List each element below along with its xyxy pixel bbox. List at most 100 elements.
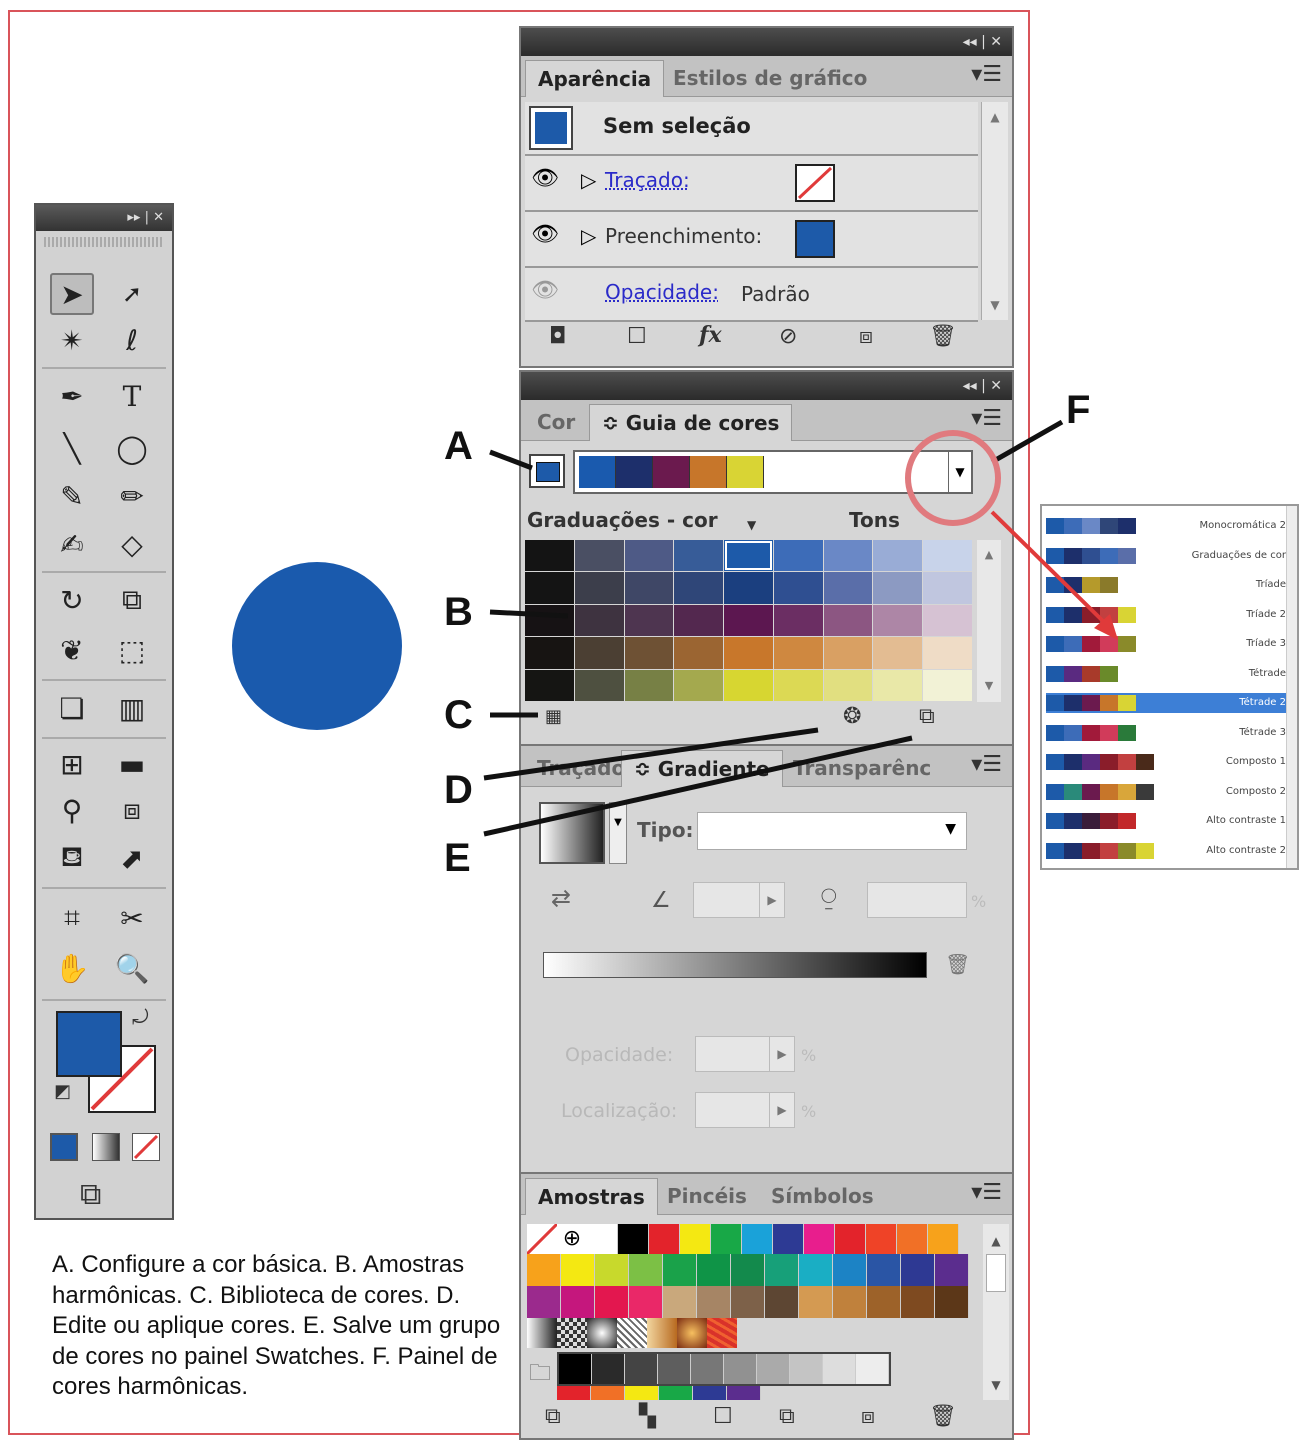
live-paint-bucket-tool-icon[interactable]: ⛾ (50, 837, 94, 879)
lasso-tool-icon[interactable]: ℓ (110, 319, 154, 361)
angle-input[interactable]: ▶ (693, 882, 785, 918)
color-swatch[interactable] (591, 1386, 625, 1400)
pen-tool-icon[interactable]: ✒ (50, 375, 94, 417)
harmony-grid-swatch[interactable] (724, 604, 773, 637)
harmony-rule-item[interactable]: Tríade 3 (1046, 634, 1294, 654)
color-swatch[interactable] (618, 1224, 649, 1254)
harmony-grid-swatch[interactable] (624, 604, 674, 637)
harmony-grid-swatch[interactable] (773, 637, 823, 669)
swap-fill-stroke-icon[interactable]: ⤾ (132, 1005, 149, 1029)
harmony-rule-item[interactable]: Tétrade (1046, 664, 1294, 684)
slice-tool-icon[interactable]: ✂ (110, 897, 154, 939)
harmony-grid-swatch[interactable] (873, 540, 923, 572)
none-mode-button[interactable] (132, 1133, 160, 1161)
add-new-fill-icon[interactable]: ☐ (627, 324, 647, 349)
ellipse-tool-icon[interactable]: ◯ (110, 427, 154, 469)
color-swatch[interactable] (731, 1254, 765, 1286)
harmony-rule-item[interactable]: Monocromática 2 (1046, 516, 1294, 536)
harmony-grid-swatch[interactable] (525, 540, 574, 572)
scroll-down-icon[interactable]: ▼ (983, 1378, 1009, 1392)
harmony-color-swatch[interactable] (727, 456, 764, 488)
harmony-grid-swatch[interactable] (773, 604, 823, 637)
harmony-rule-item[interactable]: Composto 1 (1046, 752, 1294, 772)
live-paint-selection-tool-icon[interactable]: ⬈ (110, 837, 154, 879)
color-swatch[interactable] (773, 1224, 804, 1254)
new-swatch-icon[interactable]: ⧈ (861, 1404, 875, 1429)
color-swatch[interactable] (856, 1354, 889, 1384)
harmony-grid-swatch[interactable] (525, 572, 574, 604)
harmony-grid-swatch[interactable] (773, 540, 823, 572)
color-swatch[interactable] (731, 1286, 765, 1318)
gradient-mode-button[interactable] (92, 1133, 120, 1161)
harmony-grid-swatch[interactable] (823, 637, 873, 669)
color-swatch[interactable] (663, 1286, 697, 1318)
symbol-sprayer-tool-icon[interactable]: ❏ (50, 687, 94, 729)
harmony-grid-swatch[interactable] (525, 604, 574, 637)
harmony-grid-swatch[interactable] (923, 572, 972, 604)
stroke-none-swatch[interactable] (795, 164, 835, 202)
harmony-grid-swatch[interactable] (624, 669, 674, 701)
line-tool-icon[interactable]: ╲ (50, 427, 94, 469)
rotate-tool-icon[interactable]: ↻ (50, 579, 94, 621)
tools-panel-header[interactable]: ▸▸ | ✕ (36, 205, 172, 231)
color-swatch[interactable] (901, 1286, 935, 1318)
eraser-tool-icon[interactable]: ◇ (110, 523, 154, 565)
blob-brush-tool-icon[interactable]: ✍ (50, 523, 94, 565)
harmony-grid-swatch[interactable] (923, 637, 972, 669)
edit-apply-colors-icon[interactable]: ❂ (843, 704, 861, 729)
scroll-up-icon[interactable]: ▲ (982, 110, 1008, 124)
scroll-up-icon[interactable]: ▲ (983, 1234, 1009, 1248)
color-swatch[interactable] (799, 1254, 833, 1286)
harmony-grid-swatch[interactable] (724, 637, 773, 669)
harmony-grid-swatch[interactable] (574, 540, 624, 572)
blend-tool-icon[interactable]: ⧈ (110, 789, 154, 831)
harmony-grid-swatch[interactable] (873, 637, 923, 669)
fill-swatch[interactable] (795, 220, 835, 258)
harmony-grid-swatch[interactable] (574, 572, 624, 604)
harmony-grid-swatch[interactable] (624, 572, 674, 604)
harmony-grid-swatch[interactable] (873, 572, 923, 604)
color-swatch[interactable] (557, 1386, 591, 1400)
new-color-group-icon[interactable]: ⧉ (779, 1404, 795, 1429)
color-swatch[interactable] (625, 1354, 658, 1384)
color-swatch[interactable] (658, 1354, 691, 1384)
variations-menu-arrow-icon[interactable]: ▼ (747, 518, 756, 532)
mesh-tool-icon[interactable]: ⊞ (50, 743, 94, 785)
gradient-swatch[interactable] (527, 1318, 557, 1348)
free-transform-tool-icon[interactable]: ⬚ (110, 629, 154, 671)
harmony-grid-swatch[interactable] (624, 637, 674, 669)
harmony-rule-item[interactable]: Tétrade 2 (1046, 693, 1294, 713)
harmony-rules-dropdown[interactable]: ▼ (573, 450, 973, 494)
swatch-options-icon[interactable]: ☐ (713, 1404, 733, 1429)
tab-appearance[interactable]: Aparência (525, 60, 665, 97)
color-swatch[interactable] (765, 1254, 799, 1286)
harmony-color-swatch[interactable] (616, 456, 653, 488)
radial-gradient-swatch[interactable] (677, 1318, 707, 1348)
harmony-grid-swatch[interactable] (574, 604, 624, 637)
harmony-grid-swatch[interactable] (823, 669, 873, 701)
gradient-swatch[interactable] (647, 1318, 677, 1348)
artboard-tool-icon[interactable]: ⌗ (50, 897, 94, 939)
delete-swatch-icon[interactable]: 🗑 (929, 1404, 957, 1429)
harmony-grid-swatch[interactable] (674, 669, 724, 701)
hand-tool-icon[interactable]: ✋ (50, 947, 94, 989)
reverse-gradient-icon[interactable]: ⇄ (551, 884, 571, 912)
color-swatch[interactable] (833, 1286, 867, 1318)
selection-tool-icon[interactable]: ➤ (50, 273, 94, 315)
zoom-tool-icon[interactable]: 🔍 (110, 947, 154, 989)
harmony-grid-swatch[interactable] (773, 572, 823, 604)
panel-menu-icon[interactable]: ▾☰ (971, 406, 1002, 431)
color-swatch[interactable] (804, 1224, 835, 1254)
color-swatch[interactable] (561, 1286, 595, 1318)
harmony-grid-swatch[interactable] (674, 572, 724, 604)
save-color-group-icon[interactable]: ⧉ (919, 704, 935, 729)
visibility-eye-icon[interactable]: 👁 (531, 278, 559, 303)
color-swatch[interactable] (724, 1354, 757, 1384)
color-swatch[interactable] (680, 1224, 711, 1254)
panel-menu-icon[interactable]: ▾☰ (971, 62, 1002, 87)
harmony-grid-swatch[interactable] (574, 669, 624, 701)
tab-swatches[interactable]: Amostras (525, 1178, 658, 1215)
scroll-up-icon[interactable]: ▲ (977, 548, 1001, 561)
pencil-tool-icon[interactable]: ✏ (110, 475, 154, 517)
color-swatch[interactable] (693, 1386, 727, 1400)
